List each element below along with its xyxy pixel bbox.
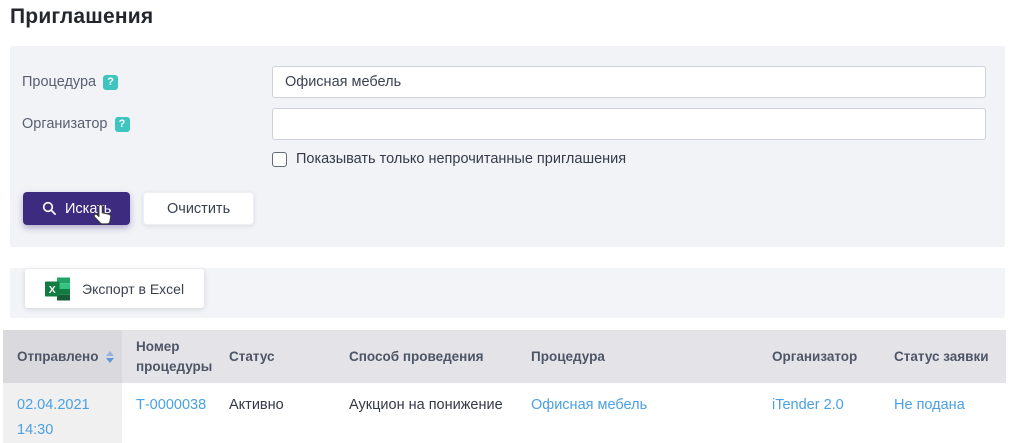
- sort-icon[interactable]: [106, 351, 114, 363]
- column-header-method: Способ проведения: [335, 330, 517, 383]
- page-title: Приглашения: [10, 5, 153, 29]
- unread-only-checkbox[interactable]: [272, 152, 287, 167]
- cell-method: Аукцион на понижение: [335, 383, 517, 443]
- excel-icon: X: [45, 277, 71, 301]
- procedure-number-link[interactable]: Т-0000038: [136, 397, 206, 413]
- export-excel-label: Экспорт в Excel: [82, 281, 184, 297]
- unread-only-checkbox-row[interactable]: Показывать только непрочитанные приглаше…: [272, 149, 626, 169]
- column-header-application-status: Статус заявки: [880, 330, 1006, 383]
- procedure-label: Процедура ?: [22, 66, 118, 98]
- organizer-label-text: Организатор: [22, 116, 108, 132]
- sort-asc-arrow-icon: [106, 351, 114, 356]
- cell-sent: 02.04.2021 14:30: [3, 383, 122, 443]
- unread-only-checkbox-label: Показывать только непрочитанные приглаше…: [296, 151, 626, 167]
- procedure-link[interactable]: Офисная мебель: [531, 397, 647, 413]
- table-row: 02.04.2021 14:30 Т-0000038 Активно Аукци…: [3, 383, 1006, 443]
- table-header-row: Отправлено Номер процедуры Статус Способ…: [3, 330, 1006, 383]
- procedure-label-text: Процедура: [22, 74, 96, 90]
- cell-procedure-number: Т-0000038: [122, 383, 215, 443]
- cell-procedure: Офисная мебель: [517, 383, 758, 443]
- svg-text:X: X: [49, 283, 56, 295]
- export-excel-button[interactable]: X Экспорт в Excel: [25, 269, 204, 308]
- column-header-procedure: Процедура: [517, 330, 758, 383]
- search-button[interactable]: Искать: [23, 192, 130, 225]
- application-status-link[interactable]: Не подана: [894, 397, 965, 413]
- organizer-input[interactable]: [272, 108, 986, 140]
- sent-time-link[interactable]: 14:30: [17, 422, 53, 438]
- help-icon[interactable]: ?: [103, 75, 118, 90]
- status-text: Активно: [229, 397, 284, 413]
- column-header-status: Статус: [215, 330, 335, 383]
- clear-button-label: Очистить: [167, 201, 230, 217]
- cell-status: Активно: [215, 383, 335, 443]
- search-button-label: Искать: [65, 201, 111, 217]
- procedure-input[interactable]: [272, 66, 986, 98]
- results-toolbar: X Экспорт в Excel: [10, 268, 1005, 318]
- invitations-table: Отправлено Номер процедуры Статус Способ…: [3, 330, 1006, 443]
- cell-application-status: Не подана: [880, 383, 1006, 443]
- sort-desc-arrow-icon: [106, 358, 114, 363]
- cell-organizer: iTender 2.0: [758, 383, 880, 443]
- method-text: Аукцион на понижение: [349, 397, 503, 413]
- filter-panel: Процедура ? Организатор ? Показывать тол…: [10, 46, 1005, 247]
- sent-date-link[interactable]: 02.04.2021: [17, 397, 90, 413]
- organizer-link[interactable]: iTender 2.0: [772, 397, 844, 413]
- column-header-procedure-number: Номер процедуры: [122, 330, 215, 383]
- organizer-label: Организатор ?: [22, 108, 130, 140]
- clear-button[interactable]: Очистить: [143, 192, 254, 225]
- column-header-organizer: Организатор: [758, 330, 880, 383]
- search-icon: [42, 201, 57, 216]
- column-header-sent[interactable]: Отправлено: [3, 330, 122, 383]
- help-icon[interactable]: ?: [115, 117, 130, 132]
